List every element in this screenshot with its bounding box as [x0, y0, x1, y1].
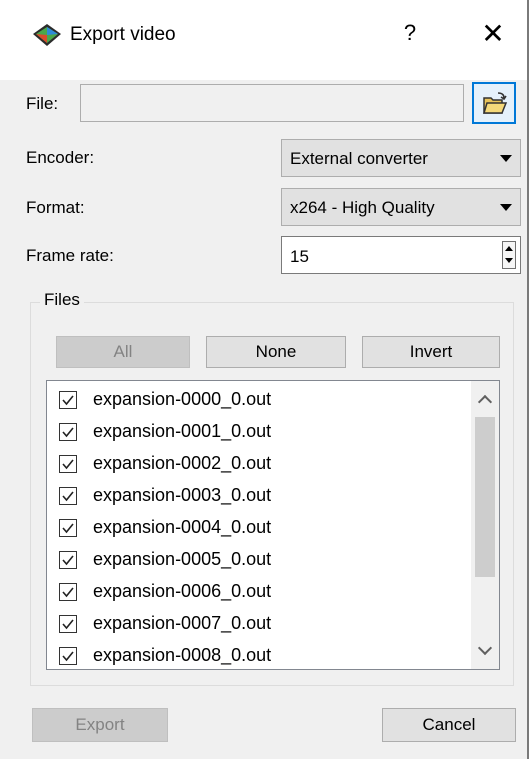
file-name: expansion-0004_0.out	[93, 517, 272, 537]
file-path-input[interactable]	[80, 84, 464, 122]
select-none-button[interactable]: None	[206, 336, 346, 368]
file-name: expansion-0008_0.out	[93, 645, 272, 665]
list-scrollbar[interactable]	[471, 381, 499, 669]
file-checkbox[interactable]	[59, 647, 77, 665]
checkmark-icon	[62, 427, 74, 438]
file-checkbox[interactable]	[59, 615, 77, 633]
encoder-select[interactable]: External converter	[281, 139, 521, 177]
file-checkbox[interactable]	[59, 583, 77, 601]
file-name: expansion-0000_0.out	[93, 389, 272, 409]
invert-selection-button[interactable]: Invert	[362, 336, 500, 368]
checkmark-icon	[62, 587, 74, 598]
file-label: File:	[26, 94, 59, 113]
spin-down-icon[interactable]	[505, 258, 513, 263]
spin-up-icon[interactable]	[505, 246, 513, 251]
encoder-value: External converter	[290, 149, 428, 168]
chevron-down-icon	[500, 155, 512, 162]
frame-rate-spinbox[interactable]: 15	[281, 236, 521, 274]
file-name: expansion-0005_0.out	[93, 549, 272, 569]
frame-rate-label: Frame rate:	[26, 246, 114, 265]
file-list[interactable]: expansion-0000_0.out expansion-0001_0.ou…	[46, 380, 500, 670]
file-checkbox[interactable]	[59, 551, 77, 569]
file-checkbox[interactable]	[59, 487, 77, 505]
scroll-down-icon[interactable]	[477, 640, 493, 656]
checkmark-icon	[62, 459, 74, 470]
files-group-title: Files	[40, 290, 84, 310]
encoder-label: Encoder:	[26, 148, 95, 167]
checkmark-icon	[62, 619, 74, 630]
browse-button[interactable]	[472, 82, 516, 124]
spin-buttons[interactable]	[502, 241, 516, 269]
checkmark-icon	[62, 491, 74, 502]
app-logo-icon	[32, 22, 62, 48]
chevron-down-icon	[500, 204, 512, 211]
checkmark-icon	[62, 555, 74, 566]
export-button[interactable]: Export	[32, 708, 168, 742]
frame-rate-value: 15	[290, 247, 309, 266]
file-name: expansion-0006_0.out	[93, 581, 272, 601]
checkmark-icon	[62, 523, 74, 534]
file-checkbox[interactable]	[59, 391, 77, 409]
scrollbar-thumb[interactable]	[475, 417, 495, 577]
file-name: expansion-0003_0.out	[93, 485, 272, 505]
select-all-button[interactable]: All	[56, 336, 190, 368]
file-checkbox[interactable]	[59, 423, 77, 441]
close-button[interactable]: ✕	[478, 17, 508, 50]
checkmark-icon	[62, 651, 74, 662]
window-title: Export video	[70, 24, 176, 45]
scroll-up-icon[interactable]	[477, 394, 493, 410]
format-select[interactable]: x264 - High Quality	[281, 188, 521, 226]
file-checkbox[interactable]	[59, 455, 77, 473]
file-name: expansion-0001_0.out	[93, 421, 272, 441]
format-value: x264 - High Quality	[290, 198, 435, 217]
format-label: Format:	[26, 198, 85, 217]
cancel-button[interactable]: Cancel	[382, 708, 516, 742]
file-checkbox[interactable]	[59, 519, 77, 537]
file-name: expansion-0007_0.out	[93, 613, 272, 633]
help-button[interactable]: ?	[398, 20, 422, 46]
file-name: expansion-0002_0.out	[93, 453, 272, 473]
checkmark-icon	[62, 395, 74, 406]
title-bar: Export video ? ✕	[0, 0, 529, 80]
